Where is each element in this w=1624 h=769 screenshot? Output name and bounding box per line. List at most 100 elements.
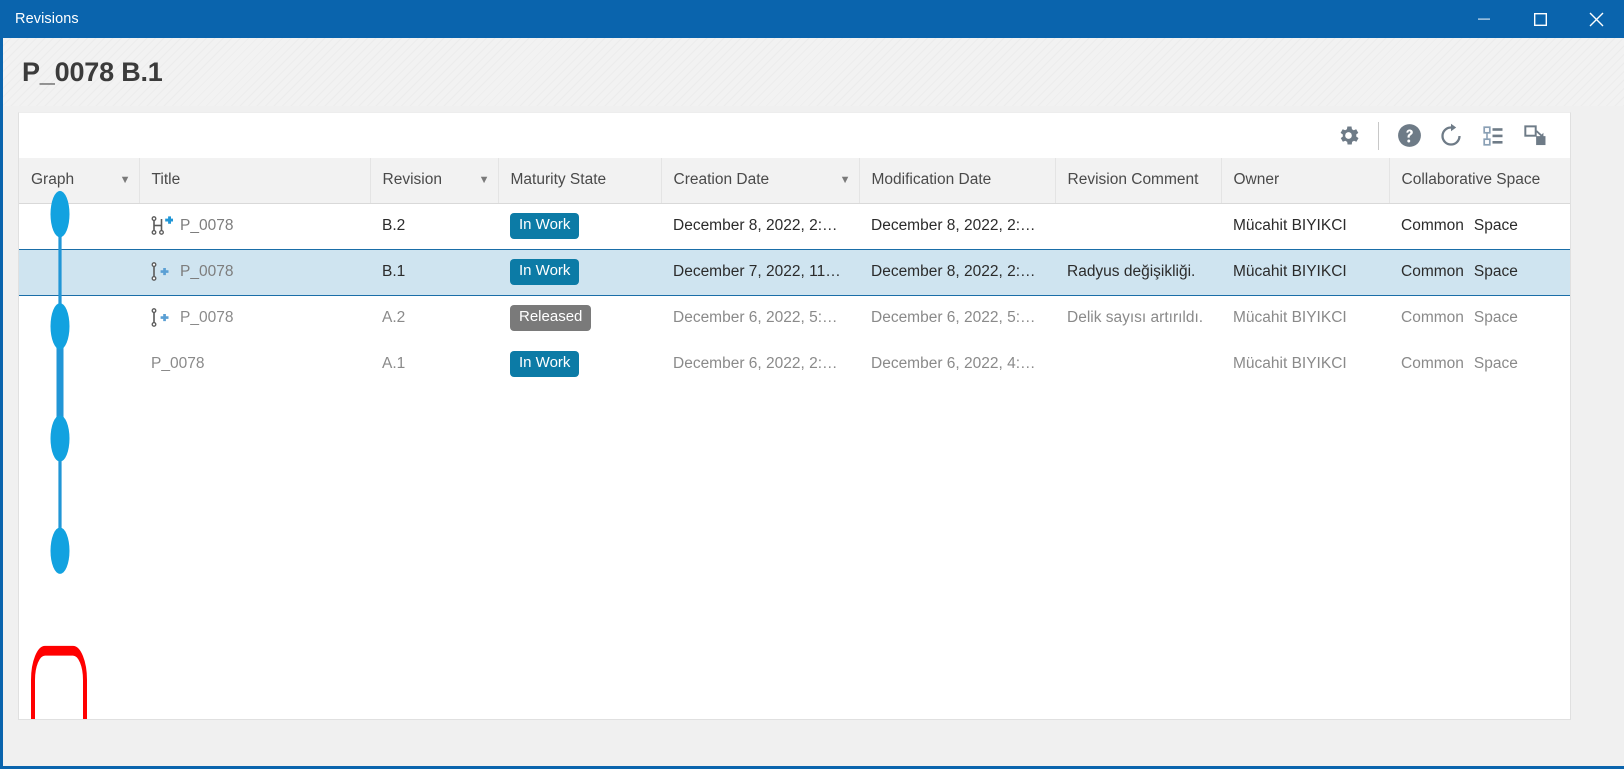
refresh-button[interactable] bbox=[1430, 117, 1472, 155]
cell-owner: Mücahit BIYIKCI bbox=[1221, 248, 1389, 296]
cell-graph bbox=[19, 295, 139, 341]
table-row[interactable]: P_0078 B.2 In Work December 8, 2022, 2:… Dec… bbox=[19, 203, 1570, 249]
compare-windows-icon bbox=[1523, 125, 1545, 146]
table-row[interactable]: P_0078 A.2 Released December 6, 2022, 5:… De… bbox=[19, 295, 1570, 341]
cell-owner: Mücahit BIYIKCI bbox=[1233, 309, 1347, 327]
title-text: P_0078 bbox=[180, 217, 234, 234]
cell-maturity-state: In Work bbox=[498, 203, 661, 249]
cell-collaborative-space: Common Space bbox=[1389, 341, 1570, 387]
space-name: Common bbox=[1401, 217, 1464, 234]
column-header-graph[interactable]: Graph ▼ bbox=[19, 158, 140, 204]
column-label-maturity-state: Maturity State bbox=[510, 171, 607, 189]
column-header-title[interactable]: Title bbox=[139, 158, 371, 204]
maximize-icon bbox=[1533, 12, 1547, 26]
cell-revision: B.2 bbox=[382, 217, 406, 234]
graph-node[interactable] bbox=[50, 415, 70, 462]
table-header-row: Graph ▼ Title Revision ▼ Maturity State … bbox=[19, 158, 1570, 204]
cell-creation-date: December 6, 2022, 5:… bbox=[673, 309, 838, 327]
column-label-revision-comment: Revision Comment bbox=[1067, 171, 1199, 189]
window-title-bar: Revisions bbox=[0, 0, 1624, 38]
column-label-collaborative-space: Collaborative Space bbox=[1401, 171, 1541, 189]
page-heading-strip: P_0078 B.1 bbox=[3, 38, 1624, 106]
revisions-table: Graph ▼ Title Revision ▼ Maturity State … bbox=[19, 158, 1570, 387]
help-circle-icon bbox=[1397, 124, 1421, 147]
status-badge: In Work bbox=[510, 351, 580, 377]
compare-button[interactable] bbox=[1514, 117, 1556, 155]
page-title: P_0078 B.1 bbox=[22, 56, 163, 87]
revisions-panel: Graph ▼ Title Revision ▼ Maturity State … bbox=[18, 112, 1571, 720]
cell-title[interactable]: P_0078 bbox=[139, 203, 370, 249]
column-label-revision: Revision bbox=[382, 171, 442, 189]
column-header-revision[interactable]: Revision ▼ bbox=[370, 158, 499, 204]
space-suffix: Space bbox=[1473, 355, 1518, 372]
cell-graph bbox=[19, 248, 139, 296]
cell-modification-date: December 6, 2022, 4:… bbox=[871, 355, 1036, 372]
cell-revision: B.1 bbox=[370, 248, 498, 296]
column-header-maturity-state[interactable]: Maturity State bbox=[498, 158, 662, 204]
branch-node-add-icon bbox=[151, 262, 169, 281]
close-icon bbox=[1589, 12, 1603, 26]
space-suffix: Space bbox=[1473, 217, 1518, 234]
cell-creation-date: December 7, 2022, 11… bbox=[661, 248, 859, 296]
table-body: P_0078 B.2 In Work December 8, 2022, 2:… Dec… bbox=[19, 203, 1570, 387]
tree-list-icon bbox=[1483, 125, 1503, 146]
help-button[interactable] bbox=[1388, 117, 1430, 155]
cell-owner: Mücahit BIYIKCI bbox=[1233, 355, 1347, 372]
table-header: Graph ▼ Title Revision ▼ Maturity State … bbox=[19, 158, 1570, 204]
title-text: P_0078 bbox=[180, 309, 234, 327]
column-header-modification-date[interactable]: Modification Date bbox=[859, 158, 1056, 204]
tree-list-button[interactable] bbox=[1472, 117, 1514, 155]
cell-revision: A.1 bbox=[382, 355, 406, 372]
space-name: Common bbox=[1401, 309, 1464, 327]
cell-revision-comment bbox=[1055, 203, 1221, 249]
cell-owner: Mücahit BIYIKCI bbox=[1233, 217, 1347, 234]
revisions-table-container: Graph ▼ Title Revision ▼ Maturity State … bbox=[19, 158, 1570, 719]
graph-node[interactable] bbox=[50, 527, 70, 574]
window-title: Revisions bbox=[15, 11, 79, 27]
window-controls bbox=[1456, 0, 1624, 38]
settings-button[interactable] bbox=[1327, 117, 1369, 155]
status-badge: In Work bbox=[510, 259, 580, 285]
space-name: Common bbox=[1401, 263, 1464, 280]
revisions-window: Revisions P_0078 B.1 Graph ▼ Title Revis… bbox=[0, 0, 1624, 769]
close-button[interactable] bbox=[1568, 0, 1624, 38]
sort-caret-revision-icon[interactable]: ▼ bbox=[479, 174, 490, 186]
cell-modification-date: December 8, 2022, 2:… bbox=[859, 248, 1055, 296]
status-badge: In Work bbox=[510, 213, 580, 239]
space-name: Common bbox=[1401, 355, 1464, 372]
graph-highlight-annotation bbox=[31, 645, 87, 719]
column-label-graph: Graph bbox=[31, 171, 75, 189]
cell-maturity-state: In Work bbox=[498, 248, 661, 296]
maximize-button[interactable] bbox=[1512, 0, 1568, 38]
cell-collaborative-space: Common Space bbox=[1389, 203, 1570, 249]
gear-icon bbox=[1340, 126, 1358, 145]
cell-title[interactable]: P_0078 bbox=[139, 248, 370, 296]
column-header-creation-date[interactable]: Creation Date ▼ bbox=[661, 158, 860, 204]
column-label-modification-date: Modification Date bbox=[871, 171, 992, 189]
cell-revision: A.2 bbox=[382, 309, 406, 327]
cell-title[interactable]: P_0078 bbox=[139, 341, 370, 387]
table-row[interactable]: P_0078 B.1 In Work December 7, 2022, 11… Dec… bbox=[19, 248, 1570, 296]
column-label-owner: Owner bbox=[1233, 171, 1280, 189]
title-text: P_0078 bbox=[180, 263, 234, 280]
refresh-icon bbox=[1441, 123, 1461, 146]
column-header-collaborative-space[interactable]: Collaborative Space bbox=[1389, 158, 1570, 204]
space-suffix: Space bbox=[1473, 309, 1518, 327]
minimize-button[interactable] bbox=[1456, 0, 1512, 38]
column-header-owner[interactable]: Owner bbox=[1221, 158, 1390, 204]
space-suffix: Space bbox=[1473, 263, 1518, 280]
column-header-revision-comment[interactable]: Revision Comment bbox=[1055, 158, 1222, 204]
cell-revision-comment bbox=[1055, 341, 1221, 387]
sort-caret-creation-date-icon[interactable]: ▼ bbox=[840, 174, 851, 186]
sort-caret-graph-icon[interactable]: ▼ bbox=[120, 174, 131, 186]
cell-graph bbox=[19, 341, 139, 387]
branch-node-add-icon bbox=[151, 308, 169, 328]
cell-modification-date: December 6, 2022, 5:… bbox=[871, 309, 1036, 327]
cell-title[interactable]: P_0078 bbox=[139, 295, 370, 341]
cell-creation-date: December 8, 2022, 2:… bbox=[673, 217, 838, 234]
column-label-title: Title bbox=[151, 171, 181, 189]
table-row[interactable]: P_0078 A.1 In Work December 6, 2022, 2:… Dec… bbox=[19, 341, 1570, 387]
column-label-creation-date: Creation Date bbox=[673, 171, 770, 189]
toolbar-separator bbox=[1378, 121, 1379, 150]
minimize-icon bbox=[1478, 18, 1490, 20]
